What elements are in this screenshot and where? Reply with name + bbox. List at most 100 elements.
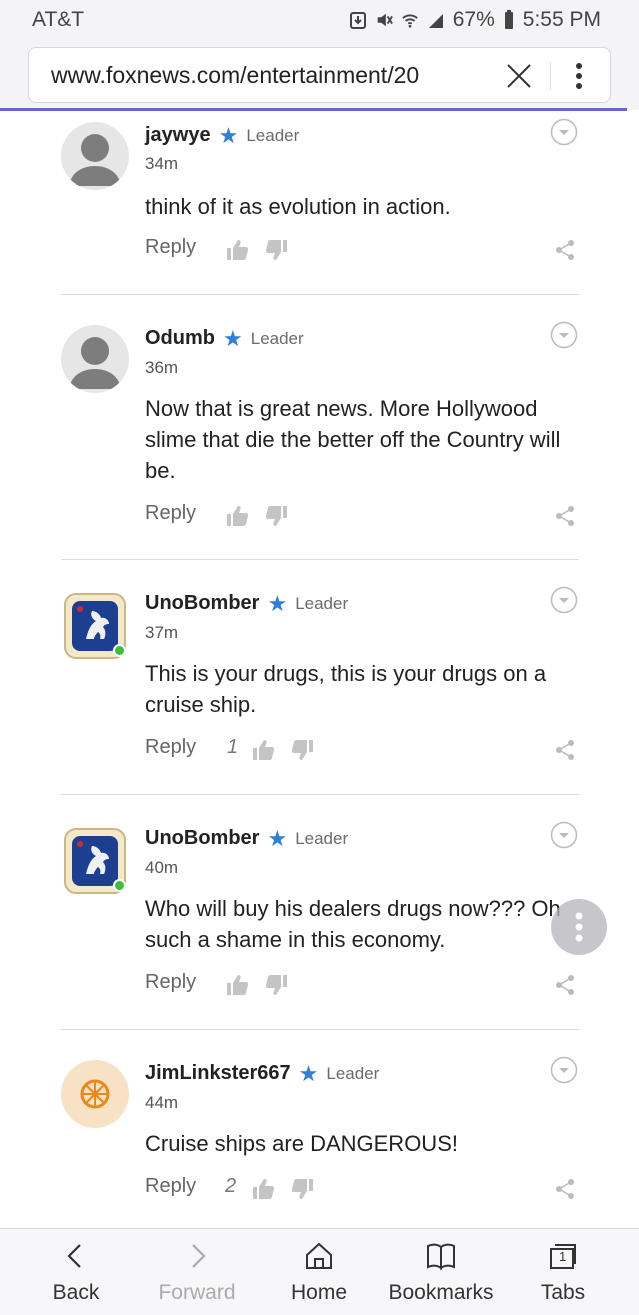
rank-badge: Leader (246, 125, 300, 145)
comment-actions: Reply 1 (145, 736, 585, 766)
bookmarks-button[interactable]: Bookmarks (381, 1229, 501, 1315)
upvote-count: 1 (227, 736, 239, 758)
comment-time: 37m (145, 623, 179, 642)
reply-button[interactable]: Reply (145, 236, 196, 259)
user-silhouette-icon (69, 134, 121, 186)
comment-actions: Reply (145, 971, 585, 1001)
online-status-indicator (113, 644, 126, 657)
chevron-down-icon[interactable] (550, 821, 578, 849)
avatar[interactable] (61, 325, 129, 393)
share-icon[interactable] (555, 239, 575, 261)
floating-menu-button[interactable] (551, 899, 607, 955)
star-icon: ★ (267, 590, 288, 616)
comment-item: JimLinkster667 ★ Leader 44m Cruise ships… (0, 1030, 639, 1228)
thumbs-down-icon[interactable] (291, 1177, 315, 1201)
reply-button[interactable]: Reply (145, 502, 196, 525)
comment-time: 44m (145, 1093, 179, 1112)
home-button[interactable]: Home (259, 1229, 379, 1315)
forward-label: Forward (158, 1281, 236, 1304)
thumbs-down-icon[interactable] (265, 504, 289, 528)
comment-header: JimLinkster667 ★ Leader (145, 1062, 379, 1085)
back-button[interactable]: Back (16, 1229, 136, 1315)
comment-item: jaywye ★ Leader 34m think of it as evolu… (0, 111, 639, 294)
tab-count: 1 (559, 1249, 567, 1264)
comment-header: jaywye ★ Leader (145, 124, 299, 147)
comment-actions: Reply (145, 502, 585, 532)
thumbs-up-icon[interactable] (251, 1177, 275, 1201)
divider (550, 62, 551, 90)
rank-badge: Leader (295, 828, 349, 848)
mute-icon (377, 13, 393, 27)
thumbs-down-icon[interactable] (265, 238, 289, 262)
bookmarks-label: Bookmarks (388, 1281, 494, 1304)
comment-item: Odumb ★ Leader 36m Now that is great new… (0, 295, 639, 559)
username[interactable]: UnoBomber (145, 827, 259, 850)
home-label: Home (290, 1281, 348, 1304)
upvote-count: 2 (225, 1175, 237, 1197)
thumbs-down-icon[interactable] (291, 738, 315, 762)
chevron-down-icon[interactable] (550, 1056, 578, 1084)
avatar[interactable] (61, 1060, 129, 1128)
comment-header: UnoBomber ★ Leader (145, 592, 348, 615)
reply-button[interactable]: Reply (145, 971, 196, 994)
chevron-down-icon[interactable] (550, 321, 578, 349)
comments-list: jaywye ★ Leader 34m think of it as evolu… (0, 111, 639, 1228)
chevron-down-icon[interactable] (550, 586, 578, 614)
username[interactable]: UnoBomber (145, 592, 259, 615)
comment-body: Now that is great news. More Hollywood s… (145, 396, 561, 483)
avatar[interactable] (61, 122, 129, 190)
more-vertical-icon[interactable] (569, 58, 589, 94)
comment-actions: Reply 2 (145, 1175, 585, 1205)
username[interactable]: jaywye (145, 124, 211, 147)
reply-button[interactable]: Reply (145, 1175, 196, 1198)
status-indicators: 67% 5:55 PM (349, 8, 601, 32)
thumbs-down-icon[interactable] (265, 973, 289, 997)
comment-body: This is your drugs, this is your drugs o… (145, 661, 547, 717)
tabs-label: Tabs (540, 1281, 586, 1304)
rank-badge: Leader (295, 593, 349, 613)
signal-icon (428, 14, 443, 28)
home-icon (306, 1242, 332, 1269)
wheel-icon (80, 1079, 110, 1109)
thumbs-up-icon[interactable] (225, 238, 249, 262)
reply-button[interactable]: Reply (145, 736, 196, 759)
forward-button[interactable]: Forward (137, 1229, 257, 1315)
address-bar[interactable]: www.foxnews.com/entertainment/20 (28, 47, 611, 103)
comment-body: Cruise ships are DANGEROUS! (145, 1131, 458, 1156)
star-icon: ★ (298, 1060, 319, 1086)
comment-header: UnoBomber ★ Leader (145, 827, 348, 850)
star-icon: ★ (267, 825, 288, 851)
comment-item: UnoBomber ★ Leader 40m Who will buy his … (0, 795, 639, 1029)
book-icon (427, 1243, 455, 1270)
share-icon[interactable] (555, 505, 575, 527)
close-icon[interactable] (503, 60, 535, 92)
chevron-right-icon (192, 1244, 206, 1268)
comment-actions: Reply (145, 236, 585, 266)
rank-badge: Leader (326, 1063, 380, 1083)
share-icon[interactable] (555, 974, 575, 996)
chevron-down-icon[interactable] (550, 118, 578, 146)
browser-bottom-nav: Back Forward Home Bookmarks 1 Tabs (0, 1228, 639, 1315)
username[interactable]: JimLinkster667 (145, 1062, 291, 1085)
username[interactable]: Odumb (145, 327, 215, 350)
url-text[interactable]: www.foxnews.com/entertainment/20 (51, 62, 491, 89)
comment-time: 40m (145, 858, 179, 877)
thumbs-up-icon[interactable] (251, 738, 275, 762)
online-status-indicator (113, 879, 126, 892)
status-bar: AT&T 67% 5:55 PM (0, 0, 639, 40)
chevron-left-icon (67, 1244, 81, 1268)
download-icon (349, 12, 366, 29)
tabs-button[interactable]: 1 Tabs (503, 1229, 623, 1315)
comment-time: 36m (145, 358, 179, 377)
share-icon[interactable] (555, 1178, 575, 1200)
thumbs-up-icon[interactable] (225, 973, 249, 997)
browser-toolbar: www.foxnews.com/entertainment/20 (0, 40, 639, 110)
thumbs-up-icon[interactable] (225, 504, 249, 528)
comment-item: UnoBomber ★ Leader 37m This is your drug… (0, 560, 639, 794)
carrier-label: AT&T (32, 8, 85, 31)
rank-badge: Leader (250, 328, 304, 348)
clock: 5:55 PM (522, 8, 601, 31)
share-icon[interactable] (555, 739, 575, 761)
star-icon: ★ (218, 122, 239, 148)
comment-body: Who will buy his dealers drugs now??? Oh… (145, 896, 561, 952)
